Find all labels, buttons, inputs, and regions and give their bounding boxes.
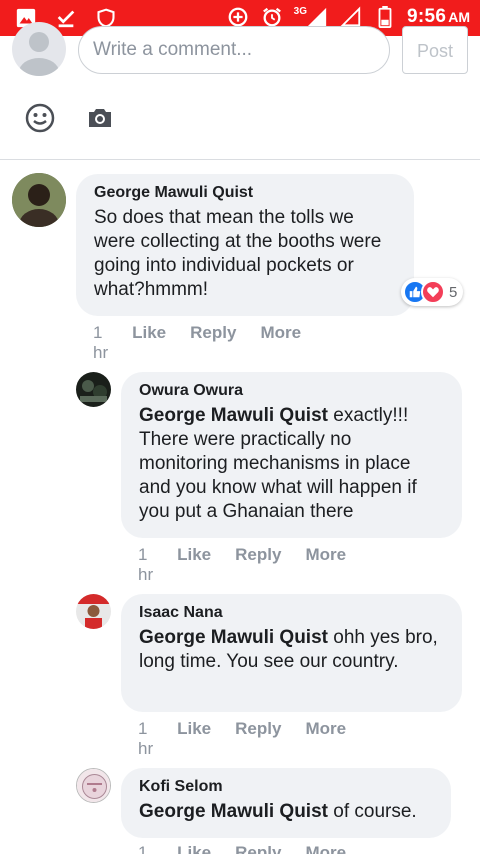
- avatar[interactable]: [76, 372, 111, 407]
- more-button[interactable]: More: [260, 323, 301, 363]
- comment-actions: 1 hr Like Reply More: [138, 719, 346, 759]
- user-avatar: [12, 22, 66, 76]
- reaction-count: 5: [449, 283, 458, 301]
- mention-link[interactable]: George Mawuli Quist: [139, 627, 328, 648]
- love-reaction-icon: [421, 280, 445, 304]
- reply-button[interactable]: Reply: [235, 719, 281, 759]
- mention-link[interactable]: George Mawuli Quist: [139, 405, 328, 426]
- more-button[interactable]: More: [305, 843, 346, 854]
- more-button[interactable]: More: [305, 719, 346, 759]
- avatar[interactable]: [12, 173, 66, 227]
- comment-author[interactable]: George Mawuli Quist: [94, 184, 396, 202]
- comment-time[interactable]: 1 hr: [138, 843, 153, 854]
- comment-bubble: Kofi Selom George Mawuli Quist of course…: [121, 768, 451, 838]
- comment-composer: Write a comment... Post: [0, 22, 480, 160]
- comment-actions: 1 hr Like Reply More: [138, 545, 346, 585]
- comment-text: George Mawuli Quist ohh yes bro, long ti…: [139, 627, 438, 672]
- comment-bubble: Isaac Nana George Mawuli Quist ohh yes b…: [121, 594, 462, 712]
- comment-author[interactable]: Owura Owura: [139, 382, 444, 400]
- like-button[interactable]: Like: [132, 323, 166, 363]
- like-button[interactable]: Like: [177, 719, 211, 759]
- reply-button[interactable]: Reply: [235, 545, 281, 585]
- comment-bubble: Owura Owura George Mawuli Quist exactly!…: [121, 372, 462, 538]
- comment-time[interactable]: 1 hr: [138, 719, 153, 759]
- comment-author[interactable]: Isaac Nana: [139, 604, 444, 622]
- avatar[interactable]: [76, 768, 111, 803]
- like-button[interactable]: Like: [177, 843, 211, 854]
- clock: 9:56 AM: [406, 6, 470, 27]
- comment-text: So does that mean the tolls we were coll…: [94, 207, 382, 300]
- more-button[interactable]: More: [305, 545, 346, 585]
- camera-icon[interactable]: [86, 106, 114, 135]
- network-type: 3G: [293, 5, 307, 17]
- reaction-summary[interactable]: 5: [401, 278, 464, 306]
- comment-time[interactable]: 1 hr: [93, 323, 108, 363]
- emoji-icon[interactable]: [24, 102, 56, 139]
- post-button[interactable]: Post: [402, 26, 468, 74]
- comment-actions: 1 hr Like Reply More: [138, 843, 346, 854]
- comment-input[interactable]: Write a comment...: [78, 26, 390, 74]
- reply-button[interactable]: Reply: [190, 323, 236, 363]
- comment-text: George Mawuli Quist exactly!!! There wer…: [139, 405, 417, 522]
- like-button[interactable]: Like: [177, 545, 211, 585]
- mention-link[interactable]: George Mawuli Quist: [139, 801, 328, 822]
- battery-icon: [373, 5, 397, 29]
- comment-bubble: George Mawuli Quist So does that mean th…: [76, 174, 414, 316]
- reply-button[interactable]: Reply: [235, 843, 281, 854]
- comment-actions: 1 hr Like Reply More: [93, 323, 301, 363]
- comment-author[interactable]: Kofi Selom: [139, 778, 433, 796]
- avatar[interactable]: [76, 594, 111, 629]
- comment-text: George Mawuli Quist of course.: [139, 801, 417, 822]
- download-done-icon: [54, 6, 78, 30]
- comment-time[interactable]: 1 hr: [138, 545, 153, 585]
